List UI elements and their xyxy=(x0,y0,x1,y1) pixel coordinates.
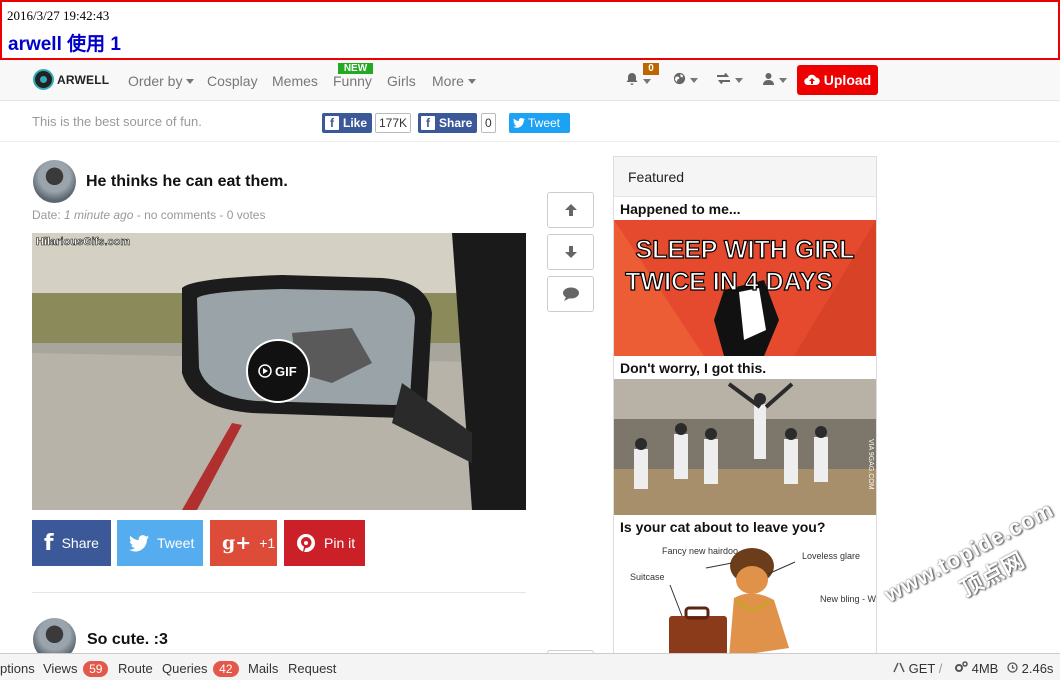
debug-bar: ptions Views 59 Route Queries 42 Mails R… xyxy=(0,653,1060,680)
featured-item-title[interactable]: Happened to me... xyxy=(620,201,741,217)
post-gif[interactable]: HilariousGifs.com GIF xyxy=(32,233,526,510)
image-side-text: VIA 9GAG.COM xyxy=(867,439,874,490)
cat-label-hairdo: Fancy new hairdoo xyxy=(662,546,738,556)
share-twitter-button[interactable]: Tweet xyxy=(117,520,203,566)
featured-item-image[interactable]: SLEEP WITH GIRL TWICE IN 4 DAYS xyxy=(614,220,876,356)
tagline: This is the best source of fun. xyxy=(32,114,202,129)
nav-funny[interactable]: Funny xyxy=(333,73,372,89)
user-icon xyxy=(763,73,774,85)
featured-item-image[interactable]: Fancy new hairdoo Loveless glare Suitcas… xyxy=(614,538,876,655)
views-count-badge: 59 xyxy=(83,661,109,677)
cat-label-suitcase: Suitcase xyxy=(630,572,665,582)
debug-queries-tab[interactable]: Queries 42 xyxy=(162,661,239,677)
nav-more[interactable]: More xyxy=(432,73,476,89)
post-title[interactable]: He thinks he can eat them. xyxy=(86,173,288,191)
notifications-menu[interactable] xyxy=(625,72,651,89)
facebook-icon: f xyxy=(44,530,54,556)
image-watermark-text: HilariousGifs.com xyxy=(36,236,130,248)
post-meta: Date: 1 minute ago - no comments - 0 vot… xyxy=(32,208,266,222)
facebook-share-button[interactable]: f Share xyxy=(418,113,478,133)
annotation-banner: 2016/3/27 19:42:43 arwell 使用 1 xyxy=(0,0,1060,60)
gears-icon xyxy=(955,661,968,672)
chevron-down-icon xyxy=(779,78,787,83)
chevron-down-icon xyxy=(186,79,195,84)
debug-route-tab[interactable]: Route xyxy=(118,661,153,676)
upload-label: Upload xyxy=(823,72,872,88)
meme-bottom-text: TWICE IN 4 DAYS xyxy=(625,268,832,296)
featured-item-title[interactable]: Is your cat about to leave you? xyxy=(620,519,825,535)
featured-item-title[interactable]: Don't worry, I got this. xyxy=(620,360,766,376)
clock-icon xyxy=(1007,662,1018,673)
upload-button[interactable]: Upload xyxy=(797,65,878,95)
comment-icon xyxy=(562,287,579,301)
nav-cosplay[interactable]: Cosplay xyxy=(207,73,258,89)
gif-label: GIF xyxy=(275,364,297,379)
cloud-upload-icon xyxy=(804,74,820,86)
featured-item-image[interactable]: VIA 9GAG.COM xyxy=(614,379,876,515)
debug-time: 2.46s xyxy=(1007,661,1053,676)
banner-timestamp: 2016/3/27 19:42:43 xyxy=(7,8,110,23)
meme-top-text: SLEEP WITH GIRL xyxy=(636,236,855,264)
pinterest-icon xyxy=(297,534,315,552)
bell-icon xyxy=(626,73,638,85)
featured-panel: Featured Happened to me... SLEEP WITH GI… xyxy=(613,156,877,656)
debug-options-tab[interactable]: ptions xyxy=(0,661,35,676)
debug-memory: 4MB xyxy=(955,661,998,676)
facebook-icon: f xyxy=(325,116,339,130)
debug-request-method: GET / xyxy=(893,661,942,676)
share-googleplus-button[interactable]: g+ +1 xyxy=(210,520,277,566)
chevron-down-icon xyxy=(643,79,651,84)
car-mirror-image: HilariousGifs.com GIF xyxy=(32,233,526,510)
author-avatar[interactable] xyxy=(33,160,76,203)
globe-icon xyxy=(673,72,686,85)
nav-order-by[interactable]: Order by xyxy=(128,73,195,89)
logo-mark-icon xyxy=(33,69,54,90)
facebook-like-button[interactable]: f Like xyxy=(322,113,373,133)
like-count: 177K xyxy=(375,113,412,133)
share-facebook-button[interactable]: f Share xyxy=(32,520,111,566)
arrow-up-icon xyxy=(564,204,577,216)
social-bar: This is the best source of fun. f Like 17… xyxy=(0,102,1060,142)
chevron-down-icon xyxy=(735,78,743,83)
upvote-button[interactable] xyxy=(547,192,594,228)
cat-label-glare: Loveless glare xyxy=(802,551,860,561)
exchange-icon xyxy=(717,72,730,85)
debug-mails-tab[interactable]: Mails xyxy=(248,661,278,676)
comment-button[interactable] xyxy=(547,276,594,312)
route-icon xyxy=(893,662,905,673)
chevron-down-icon xyxy=(467,79,476,84)
arrow-down-icon xyxy=(564,246,577,258)
banner-title: arwell 使用 1 xyxy=(8,34,121,55)
twitter-icon xyxy=(129,534,149,551)
navbar: ARWELL Order by Cosplay Memes NEW Funny … xyxy=(0,60,1060,101)
switch-menu[interactable] xyxy=(716,72,743,88)
post-title[interactable]: So cute. :3 xyxy=(87,631,168,649)
user-menu[interactable] xyxy=(762,72,787,88)
site-logo[interactable]: ARWELL xyxy=(33,69,109,90)
featured-heading: Featured xyxy=(614,157,876,197)
cat-label-bling: New bling - Who gave her that? xyxy=(820,594,876,604)
chevron-down-icon xyxy=(690,78,698,83)
debug-views-tab[interactable]: Views 59 xyxy=(43,661,109,677)
downvote-button[interactable] xyxy=(547,234,594,270)
share-count: 0 xyxy=(481,113,496,133)
tweet-button[interactable]: Tweet xyxy=(509,113,570,133)
twitter-icon xyxy=(513,118,525,128)
nav-girls[interactable]: Girls xyxy=(387,73,416,89)
language-menu[interactable] xyxy=(673,72,698,88)
facebook-icon: f xyxy=(421,116,435,130)
debug-request-tab[interactable]: Request xyxy=(288,661,336,676)
site-watermark: www.topide.com 顶点网 xyxy=(880,496,1058,608)
logo-text: ARWELL xyxy=(57,72,110,87)
share-pinterest-button[interactable]: Pin it xyxy=(284,520,365,566)
google-plus-icon: g+ xyxy=(222,532,252,554)
nav-memes[interactable]: Memes xyxy=(272,73,318,89)
post-divider xyxy=(32,592,526,593)
queries-count-badge: 42 xyxy=(213,661,239,677)
